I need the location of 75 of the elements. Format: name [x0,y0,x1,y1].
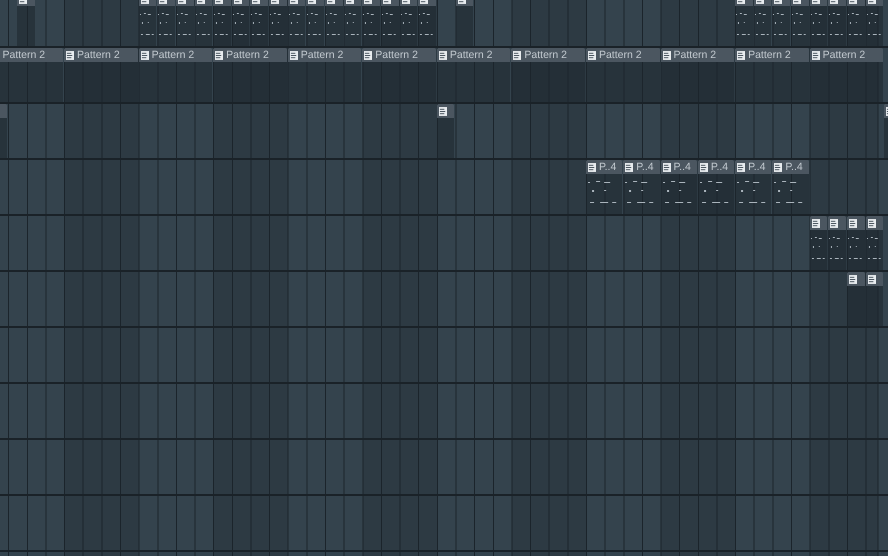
list-icon [812,218,820,228]
list-icon [737,162,746,172]
pattern-clip[interactable] [306,0,324,46]
pattern-clip[interactable] [866,272,884,326]
list-icon [438,106,447,116]
pattern-clip[interactable] [232,0,250,46]
clip-label: P..4 [636,161,654,173]
list-icon [140,50,149,60]
pattern-clip[interactable] [846,272,865,326]
clip-label: Pattern 2 [226,49,269,61]
pattern-clip[interactable] [194,0,212,46]
list-icon [848,218,857,228]
pattern-clip[interactable] [791,0,809,46]
list-icon [588,50,596,60]
clip-label: Pattern 2 [822,49,866,61]
pattern-clip[interactable] [810,0,828,46]
pattern-clip[interactable] [866,0,884,46]
pattern-clip[interactable] [735,0,753,46]
clip-label: Pattern 2 [77,49,120,61]
pattern-clip[interactable] [418,0,436,46]
pattern-clip[interactable] [866,216,884,270]
list-icon [290,50,298,60]
clip-label: Pattern 2 [674,49,716,61]
pattern-clip[interactable] [846,216,865,270]
pattern-clip[interactable] [325,0,343,46]
list-icon [830,218,838,228]
clip-label: P..4 [674,161,691,173]
list-icon [662,162,671,172]
pattern-clip[interactable] [17,0,36,46]
clip-label: Pattern 2 [450,49,492,61]
pattern-clip[interactable] [456,0,474,46]
list-icon [625,162,634,172]
pattern-clip[interactable] [138,0,156,46]
pattern-clip[interactable] [436,104,454,158]
pattern-clip[interactable] [754,0,772,46]
list-icon [737,50,746,60]
pattern-clip[interactable] [269,0,287,46]
list-icon [588,162,596,172]
clip-label: Pattern 2 [152,49,194,61]
clip-label: Pattern 2 [300,49,344,61]
clip-label: P..4 [785,161,803,173]
pattern-clip[interactable] [400,0,418,46]
clip-label: P..4 [748,161,766,173]
list-icon [774,162,782,172]
pattern-clip[interactable] [828,0,846,46]
list-icon [662,50,671,60]
list-icon [215,50,224,60]
clip-label: Pattern 2 [748,49,791,61]
list-icon [812,50,820,60]
pattern-clip[interactable] [772,0,790,46]
clip-label: Pattern 2 [598,49,642,61]
pattern-clip[interactable] [362,0,380,46]
clip-label: P..4 [598,161,616,173]
clip-label: Pattern 2 [375,49,418,61]
clip-label: Pattern 2 [2,49,46,61]
pattern-clip[interactable] [380,0,399,46]
list-icon [868,274,876,284]
pattern-clip[interactable] [176,0,194,46]
list-icon [848,274,857,284]
pattern-clip[interactable] [288,0,306,46]
pattern-clip[interactable] [213,0,231,46]
list-icon [364,50,372,60]
list-icon [868,218,876,228]
pattern-clip[interactable] [157,0,175,46]
list-icon [513,50,522,60]
list-icon [66,50,74,60]
pattern-clip[interactable] [344,0,362,46]
list-icon [438,50,447,60]
pattern-clip[interactable] [828,216,846,270]
list-icon [700,162,708,172]
clip-label: Pattern 2 [524,49,568,61]
pattern-clip[interactable] [250,0,268,46]
pattern-clip[interactable] [846,0,865,46]
pattern-clip[interactable] [810,216,828,270]
clip-label: P..4 [710,161,728,173]
